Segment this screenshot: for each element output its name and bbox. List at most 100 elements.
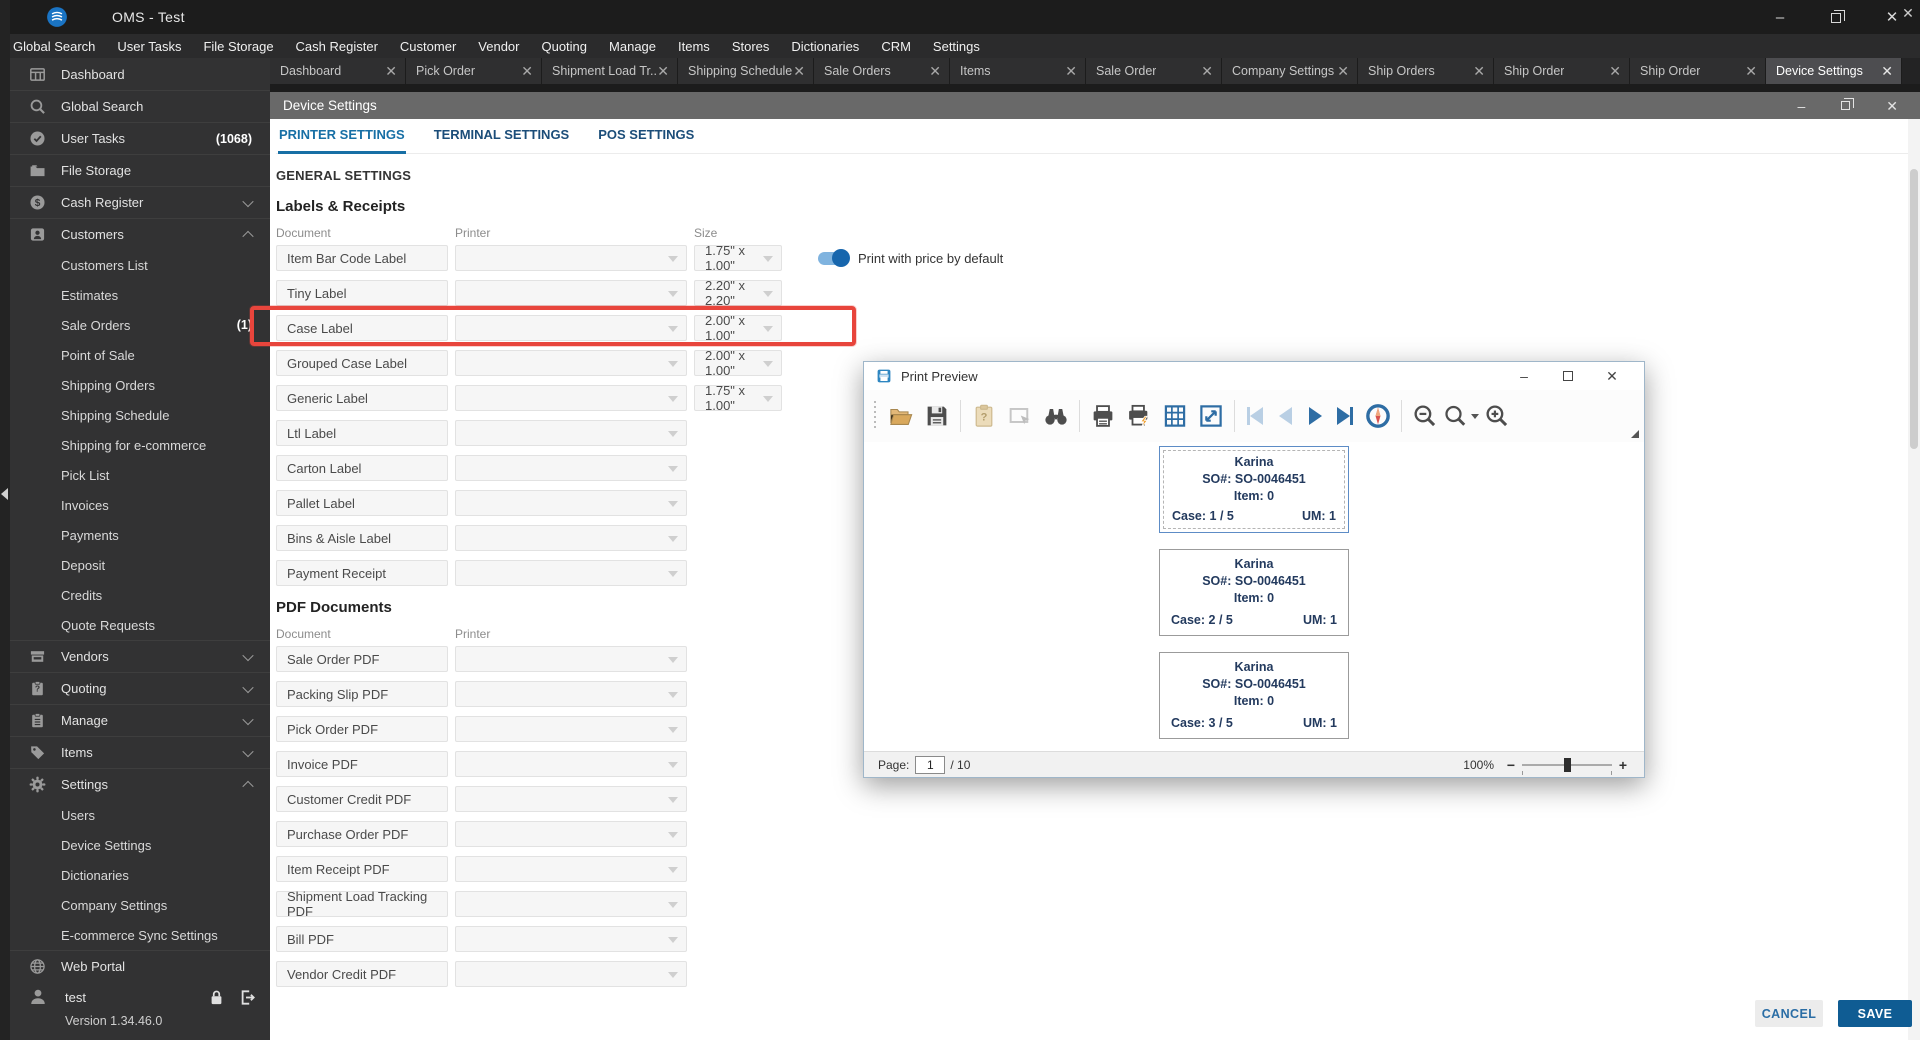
quick-print-icon[interactable] bbox=[1121, 398, 1157, 434]
zoom-slider-thumb[interactable] bbox=[1564, 757, 1571, 772]
tab-close-icon[interactable]: ✕ bbox=[1201, 64, 1213, 78]
print-with-price-toggle[interactable] bbox=[818, 249, 850, 267]
tab-close-icon[interactable]: ✕ bbox=[657, 64, 669, 78]
printer-select-ltl-label[interactable] bbox=[455, 420, 687, 446]
panel-restore-button[interactable] bbox=[1841, 98, 1855, 110]
document-field-item-bar-code-label[interactable]: Item Bar Code Label bbox=[276, 245, 448, 271]
document-field-bill-pdf[interactable]: Bill PDF bbox=[276, 926, 448, 952]
next-page-icon[interactable] bbox=[1300, 405, 1330, 427]
main-scrollbar[interactable] bbox=[1908, 119, 1920, 1040]
tabbar-close-icon[interactable]: ✕ bbox=[1898, 0, 1918, 26]
toolbar-grip[interactable] bbox=[872, 401, 877, 431]
sidebar-item-device-settings[interactable]: Device Settings bbox=[10, 830, 270, 860]
sidebar-item-invoices[interactable]: Invoices bbox=[10, 490, 270, 520]
sidebar-collapse-icon[interactable] bbox=[1, 488, 8, 500]
size-select-grouped-case-label[interactable]: 2.00" x 1.00" bbox=[694, 348, 782, 378]
printer-select-packing-slip-pdf[interactable] bbox=[455, 681, 687, 707]
panel-close-button[interactable]: ✕ bbox=[1886, 99, 1898, 113]
printer-select-grouped-case-label[interactable] bbox=[455, 350, 687, 376]
printer-select-pallet-label[interactable] bbox=[455, 490, 687, 516]
window-minimize-button[interactable]: – bbox=[1752, 0, 1808, 34]
zoom-decrease-button[interactable]: − bbox=[1504, 757, 1518, 773]
sidebar-item-credits[interactable]: Credits bbox=[10, 580, 270, 610]
sidebar-item-global-search[interactable]: Global Search bbox=[10, 90, 270, 122]
panel-minimize-button[interactable]: – bbox=[1797, 99, 1805, 113]
sidebar-item-sale-orders[interactable]: Sale Orders (1) bbox=[10, 310, 270, 340]
menu-item-settings[interactable]: Settings bbox=[922, 34, 991, 58]
sidebar-item-settings[interactable]: Settings bbox=[10, 768, 270, 800]
tab-close-icon[interactable]: ✕ bbox=[929, 64, 941, 78]
printer-select-pick-order-pdf[interactable] bbox=[455, 716, 687, 742]
tab-close-icon[interactable]: ✕ bbox=[1065, 64, 1077, 78]
document-field-packing-slip-pdf[interactable]: Packing Slip PDF bbox=[276, 681, 448, 707]
document-field-vendor-credit-pdf[interactable]: Vendor Credit PDF bbox=[276, 961, 448, 987]
tab-pos-settings[interactable]: POS SETTINGS bbox=[597, 119, 695, 154]
tab-close-icon[interactable]: ✕ bbox=[385, 64, 397, 78]
document-field-generic-label[interactable]: Generic Label bbox=[276, 385, 448, 411]
printer-select-generic-label[interactable] bbox=[455, 385, 687, 411]
preview-maximize-button[interactable] bbox=[1546, 363, 1590, 389]
open-file-icon[interactable] bbox=[883, 398, 919, 434]
tab-close-icon[interactable]: ✕ bbox=[793, 64, 805, 78]
tab-close-icon[interactable]: ✕ bbox=[1881, 64, 1893, 78]
tab-close-icon[interactable]: ✕ bbox=[1473, 64, 1485, 78]
document-field-pick-order-pdf[interactable]: Pick Order PDF bbox=[276, 716, 448, 742]
menu-item-items[interactable]: Items bbox=[667, 34, 721, 58]
sidebar-item-payments[interactable]: Payments bbox=[10, 520, 270, 550]
printer-select-payment-receipt[interactable] bbox=[455, 560, 687, 586]
sidebar-item-customers[interactable]: Customers bbox=[10, 218, 270, 250]
document-field-tiny-label[interactable]: Tiny Label bbox=[276, 280, 448, 306]
size-select-generic-label[interactable]: 1.75" x 1.00" bbox=[694, 383, 782, 413]
printer-select-customer-credit-pdf[interactable] bbox=[455, 786, 687, 812]
tab-items-5[interactable]: Items ✕ bbox=[950, 58, 1086, 84]
tab-pick-order-1[interactable]: Pick Order ✕ bbox=[406, 58, 542, 84]
find-icon[interactable] bbox=[1038, 398, 1074, 434]
tab-device-settings-11[interactable]: Device Settings ✕ bbox=[1766, 58, 1902, 84]
document-field-invoice-pdf[interactable]: Invoice PDF bbox=[276, 751, 448, 777]
sidebar-item-shipping-schedule[interactable]: Shipping Schedule bbox=[10, 400, 270, 430]
sidebar-item-customers-list[interactable]: Customers List bbox=[10, 250, 270, 280]
save-icon[interactable] bbox=[919, 398, 955, 434]
preview-minimize-button[interactable]: – bbox=[1502, 363, 1546, 389]
tab-shipping-schedule-3[interactable]: Shipping Schedule ✕ bbox=[678, 58, 814, 84]
sidebar-item-quoting[interactable]: Quoting bbox=[10, 672, 270, 704]
tab-ship-order-10[interactable]: Ship Order ✕ bbox=[1630, 58, 1766, 84]
sidebar-item-quote-requests[interactable]: Quote Requests bbox=[10, 610, 270, 640]
tab-dashboard-0[interactable]: Dashboard ✕ bbox=[270, 58, 406, 84]
tab-close-icon[interactable]: ✕ bbox=[1745, 64, 1757, 78]
sidebar-item-cash-register[interactable]: Cash Register bbox=[10, 186, 270, 218]
lock-icon[interactable] bbox=[208, 989, 225, 1006]
document-field-bins-aisle-label[interactable]: Bins & Aisle Label bbox=[276, 525, 448, 551]
sidebar-item-shipping-orders[interactable]: Shipping Orders bbox=[10, 370, 270, 400]
tab-close-icon[interactable]: ✕ bbox=[521, 64, 533, 78]
tab-sale-orders-4[interactable]: Sale Orders ✕ bbox=[814, 58, 950, 84]
sidebar-item-pick-list[interactable]: Pick List bbox=[10, 460, 270, 490]
sidebar-item-manage[interactable]: Manage bbox=[10, 704, 270, 736]
menu-item-quoting[interactable]: Quoting bbox=[530, 34, 598, 58]
scale-icon[interactable] bbox=[1193, 398, 1229, 434]
printer-select-invoice-pdf[interactable] bbox=[455, 751, 687, 777]
navigation-icon[interactable] bbox=[1360, 398, 1396, 434]
printer-select-bins-aisle-label[interactable] bbox=[455, 525, 687, 551]
preview-label-1[interactable]: Karina SO#: SO-0046451 Item: 0 Case: 1 / 5 U… bbox=[1159, 446, 1349, 533]
printer-select-carton-label[interactable] bbox=[455, 455, 687, 481]
sidebar-item-estimates[interactable]: Estimates bbox=[10, 280, 270, 310]
sidebar-item-items[interactable]: Items bbox=[10, 736, 270, 768]
logout-icon[interactable] bbox=[239, 989, 256, 1006]
document-field-shipment-load-tracking-pdf[interactable]: Shipment Load Tracking PDF bbox=[276, 889, 448, 919]
preview-label-3[interactable]: Karina SO#: SO-0046451 Item: 0 Case: 3 / 5 U… bbox=[1159, 652, 1349, 739]
preview-label-2[interactable]: Karina SO#: SO-0046451 Item: 0 Case: 2 / 5 U… bbox=[1159, 549, 1349, 636]
last-page-icon[interactable] bbox=[1330, 405, 1360, 427]
sidebar-item-shipping-for-e-commerce[interactable]: Shipping for e-commerce bbox=[10, 430, 270, 460]
printer-select-item-receipt-pdf[interactable] bbox=[455, 856, 687, 882]
tab-printer-settings[interactable]: PRINTER SETTINGS bbox=[278, 119, 406, 154]
preview-close-button[interactable]: ✕ bbox=[1590, 363, 1634, 389]
window-restore-button[interactable] bbox=[1808, 0, 1864, 34]
print-icon[interactable] bbox=[1085, 398, 1121, 434]
menu-item-vendor[interactable]: Vendor bbox=[467, 34, 530, 58]
document-field-payment-receipt[interactable]: Payment Receipt bbox=[276, 560, 448, 586]
printer-select-tiny-label[interactable] bbox=[455, 280, 687, 306]
tab-ship-orders-8[interactable]: Ship Orders ✕ bbox=[1358, 58, 1494, 84]
zoom-out-icon[interactable] bbox=[1407, 398, 1443, 434]
sidebar-item-dashboard[interactable]: Dashboard bbox=[10, 58, 270, 90]
